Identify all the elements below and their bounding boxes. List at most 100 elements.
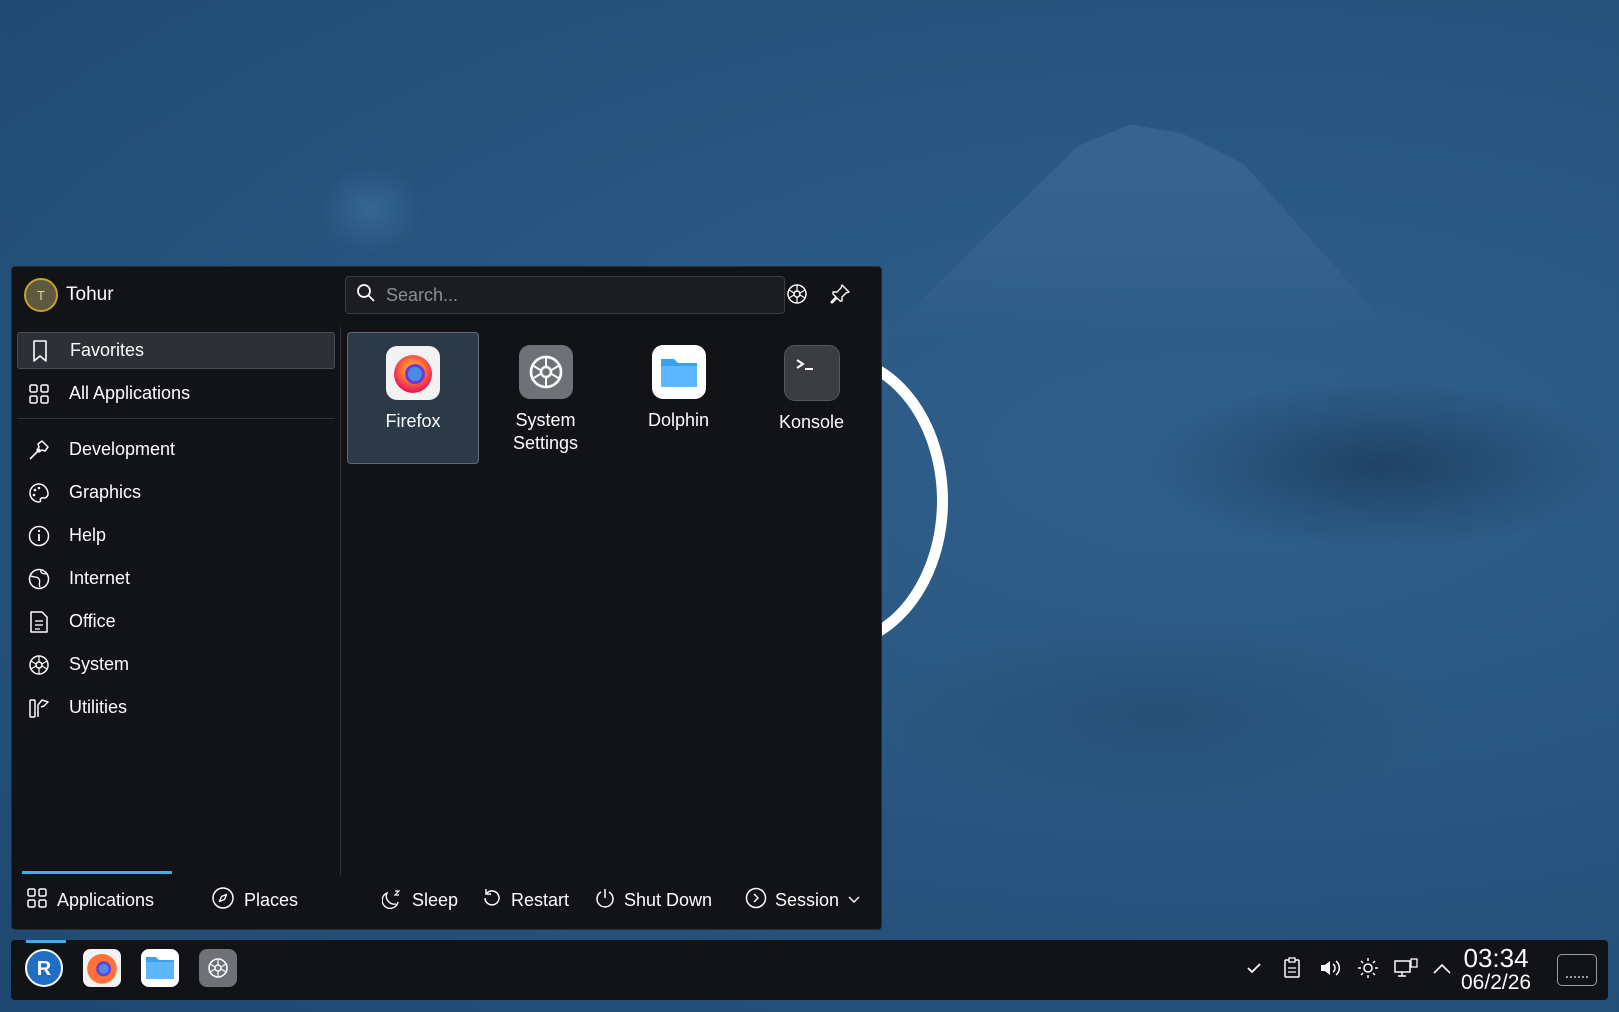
app-tile-system-settings[interactable]: System Settings [479, 332, 612, 464]
hammer-icon [27, 438, 51, 462]
settings-icon [199, 948, 237, 992]
shut-down-label: Shut Down [624, 889, 713, 910]
palette-icon [27, 481, 51, 505]
clipboard-icon [1282, 956, 1302, 984]
sidebar-item-label: Favorites [70, 340, 145, 360]
pin-button[interactable] [826, 282, 854, 310]
panel-separator [340, 327, 341, 875]
tab-label: Places [244, 889, 299, 910]
restart-icon [481, 887, 503, 914]
taskbar-system-settings[interactable] [197, 948, 239, 992]
shut-down-button[interactable]: Shut Down [594, 871, 712, 929]
sidebar-item-graphics[interactable]: Graphics [17, 474, 335, 511]
globe-icon [27, 567, 51, 591]
launcher-footer: Applications Places Sleep Restart Shut D… [12, 871, 881, 929]
sidebar-item-system[interactable]: System [17, 646, 335, 683]
folder-icon [141, 948, 179, 992]
grid-icon [26, 887, 48, 914]
sidebar-item-development[interactable]: Development [17, 431, 335, 468]
clock-date: 06/2/26 [1461, 971, 1532, 994]
app-tile-label-line1: System [515, 410, 576, 430]
tray-updates[interactable] [1241, 957, 1267, 983]
info-icon [27, 524, 51, 548]
volume-icon [1319, 958, 1341, 983]
sidebar-item-label: Utilities [69, 697, 128, 717]
wallpaper-cloud [1140, 380, 1619, 550]
terminal-icon [783, 345, 840, 401]
wallpaper-mountain [880, 124, 1400, 340]
sidebar-item-label: Development [69, 439, 176, 459]
tray-clipboard[interactable] [1279, 956, 1305, 984]
restart-button[interactable]: Restart [481, 871, 569, 929]
clock-time: 03:34 [1463, 943, 1529, 973]
tray-network[interactable] [1393, 957, 1419, 983]
sidebar-item-label: All Applications [69, 383, 191, 403]
settings-icon [518, 345, 573, 399]
tray-expand[interactable] [1429, 957, 1455, 983]
sidebar-item-office[interactable]: Office [17, 603, 335, 640]
taskbar: R 03:34 06/2/26 [11, 940, 1608, 1000]
search-box[interactable] [345, 276, 785, 314]
firefox-icon [386, 346, 440, 400]
chevron-down-icon [847, 890, 861, 911]
sidebar-item-label: Help [69, 525, 107, 545]
svg-text:R: R [37, 958, 52, 980]
sidebar-item-internet[interactable]: Internet [17, 560, 335, 597]
sidebar-divider [17, 418, 335, 419]
wallpaper-blob [318, 164, 423, 254]
launcher-icon: R [24, 948, 64, 993]
launcher-button[interactable]: R [23, 940, 66, 993]
search-icon [356, 283, 376, 308]
app-tile-label-line2: Settings [512, 433, 579, 453]
tab-label: Applications [57, 889, 155, 910]
app-tile-konsole[interactable]: Konsole [745, 332, 878, 464]
user-name: Tohur [66, 284, 114, 305]
sleep-button[interactable]: Sleep [381, 871, 458, 929]
folder-icon [651, 345, 706, 399]
application-launcher: T Tohur Favorites All Applications [11, 266, 882, 930]
power-icon [594, 887, 616, 914]
configure-button[interactable] [783, 282, 811, 310]
tab-applications[interactable]: Applications [21, 871, 173, 929]
app-tile-firefox[interactable]: Firefox [347, 332, 479, 464]
user-info[interactable]: T Tohur [24, 277, 114, 313]
sleep-icon [381, 887, 404, 914]
sidebar-item-label: System [69, 654, 130, 674]
app-tile-label: System Settings [513, 409, 578, 455]
sidebar-item-favorites[interactable]: Favorites [17, 332, 335, 369]
category-sidebar: Favorites All Applications Development G… [17, 332, 335, 732]
brightness-icon [1357, 957, 1379, 984]
sidebar-item-utilities[interactable]: Utilities [17, 689, 335, 726]
pin-icon [829, 283, 851, 310]
show-desktop-button[interactable] [1557, 954, 1597, 986]
configure-icon [785, 282, 809, 311]
chevron-up-icon [1432, 961, 1452, 980]
favorites-grid: Firefox System Settings Dolphin Konsole [347, 332, 878, 464]
sidebar-item-label: Internet [69, 568, 131, 588]
tab-places[interactable]: Places [211, 871, 298, 929]
grid-icon [27, 382, 51, 406]
tray-brightness[interactable] [1355, 957, 1381, 983]
sidebar-item-help[interactable]: Help [17, 517, 335, 554]
app-tile-label: Dolphin [647, 410, 710, 430]
taskbar-dolphin[interactable] [139, 948, 181, 992]
firefox-icon [83, 948, 121, 992]
compass-icon [211, 886, 235, 915]
tools-icon [27, 696, 51, 720]
session-label: Session [775, 889, 840, 910]
session-button[interactable]: Session [745, 871, 861, 929]
tray-volume[interactable] [1317, 957, 1343, 983]
sidebar-item-label: Graphics [69, 482, 142, 502]
search-input[interactable] [384, 283, 768, 307]
sidebar-item-label: Office [69, 611, 116, 631]
bookmark-icon [28, 339, 52, 363]
checkmark-icon [1245, 959, 1263, 982]
wallpaper-cloud [880, 620, 1440, 810]
avatar[interactable]: T [24, 278, 58, 312]
gear-icon [27, 653, 51, 677]
sidebar-item-all-applications[interactable]: All Applications [17, 375, 335, 412]
session-icon [745, 887, 767, 914]
taskbar-firefox[interactable] [81, 948, 123, 992]
app-tile-dolphin[interactable]: Dolphin [612, 332, 745, 464]
digital-clock[interactable]: 03:34 06/2/26 [1461, 944, 1531, 994]
